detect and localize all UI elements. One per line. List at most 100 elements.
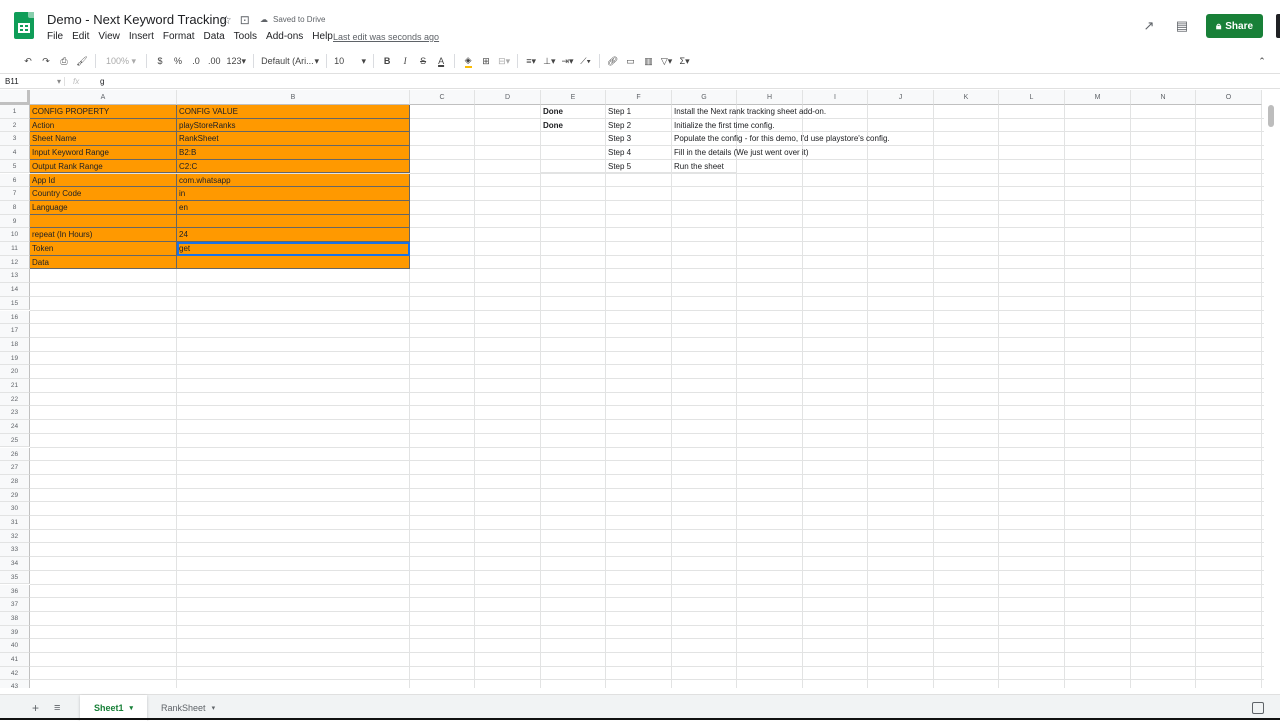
row-header-39[interactable]: 39 <box>0 626 30 640</box>
row-header-11[interactable]: 11 <box>0 242 30 256</box>
column-header-d[interactable]: D <box>475 90 541 105</box>
row-header-36[interactable]: 36 <box>0 585 30 599</box>
row-header-3[interactable]: 3 <box>0 132 30 146</box>
filter-icon[interactable]: ▽▾ <box>659 52 675 70</box>
currency-button[interactable]: $ <box>152 52 168 70</box>
text-wrap-icon[interactable]: ⇥▾ <box>560 52 576 70</box>
step-number-cell[interactable]: Step 2 <box>606 119 672 133</box>
font-select[interactable]: Default (Ari...▾ <box>259 52 321 70</box>
menu-item-insert[interactable]: Insert <box>129 31 154 42</box>
column-header-e[interactable]: E <box>541 90 606 105</box>
column-header-h[interactable]: H <box>737 90 803 105</box>
row-header-6[interactable]: 6 <box>0 174 30 188</box>
row-header-28[interactable]: 28 <box>0 475 30 489</box>
formula-input[interactable]: g <box>90 77 104 86</box>
insert-comment-icon[interactable]: ▭ <box>623 52 639 70</box>
config-property-cell[interactable]: Country Code <box>30 187 177 201</box>
config-property-cell[interactable]: App Id <box>30 174 177 188</box>
star-icon[interactable]: ☆ <box>221 13 232 27</box>
collapse-toolbar-icon[interactable]: ⌃ <box>1254 52 1270 70</box>
config-property-cell[interactable]: Sheet Name <box>30 132 177 146</box>
step-description-cell[interactable]: Run the sheet <box>672 160 737 174</box>
step-description-cell[interactable]: Populate the config - for this demo, I'd… <box>672 132 737 146</box>
save-status[interactable]: ☁ Saved to Drive <box>260 15 325 24</box>
row-header-33[interactable]: 33 <box>0 543 30 557</box>
paint-format-icon[interactable]: 🖌︎ <box>74 52 90 70</box>
column-header-a[interactable]: A <box>30 90 177 105</box>
activity-dashboard-icon[interactable]: ↗ <box>1140 17 1158 35</box>
row-header-38[interactable]: 38 <box>0 612 30 626</box>
row-header-22[interactable]: 22 <box>0 393 30 407</box>
row-header-1[interactable]: 1 <box>0 105 30 119</box>
share-button[interactable]: 🔒︎ Share <box>1206 14 1263 38</box>
row-header-27[interactable]: 27 <box>0 461 30 475</box>
row-header-43[interactable]: 43 <box>0 680 30 688</box>
row-header-14[interactable]: 14 <box>0 283 30 297</box>
step-description-cell[interactable]: Install the Next rank tracking sheet add… <box>672 105 737 119</box>
config-value-cell[interactable]: playStoreRanks <box>177 119 410 133</box>
row-header-15[interactable]: 15 <box>0 297 30 311</box>
column-header-c[interactable]: C <box>410 90 475 105</box>
config-property-cell[interactable]: Data <box>30 256 177 270</box>
horizontal-align-icon[interactable]: ≡▾ <box>523 52 539 70</box>
config-property-cell[interactable]: Language <box>30 201 177 215</box>
config-value-cell[interactable]: 24 <box>177 228 410 242</box>
row-header-31[interactable]: 31 <box>0 516 30 530</box>
row-header-25[interactable]: 25 <box>0 434 30 448</box>
column-header-l[interactable]: L <box>999 90 1065 105</box>
row-header-24[interactable]: 24 <box>0 420 30 434</box>
menu-item-add-ons[interactable]: Add-ons <box>266 31 303 42</box>
column-header-m[interactable]: M <box>1065 90 1131 105</box>
insert-link-icon[interactable]: 🔗︎ <box>605 52 621 70</box>
config-value-cell[interactable] <box>177 256 410 270</box>
row-header-34[interactable]: 34 <box>0 557 30 571</box>
print-icon[interactable]: ⎙ <box>56 52 72 70</box>
font-size-select[interactable]: 10▾ <box>332 52 368 70</box>
config-property-cell[interactable]: Action <box>30 119 177 133</box>
avatar[interactable] <box>1276 14 1280 38</box>
row-header-12[interactable]: 12 <box>0 256 30 270</box>
text-rotation-icon[interactable]: ⟋▾ <box>578 52 594 70</box>
vertical-scrollbar[interactable] <box>1268 105 1274 127</box>
menu-item-file[interactable]: File <box>47 31 63 42</box>
column-header-g[interactable]: G <box>672 90 737 105</box>
add-sheet-icon[interactable]: + <box>32 701 44 715</box>
decrease-decimal-button[interactable]: .0 <box>188 52 204 70</box>
row-header-21[interactable]: 21 <box>0 379 30 393</box>
row-header-37[interactable]: 37 <box>0 598 30 612</box>
step-number-cell[interactable]: Step 4 <box>606 146 672 160</box>
row-header-10[interactable]: 10 <box>0 228 30 242</box>
row-header-29[interactable]: 29 <box>0 489 30 503</box>
row-header-18[interactable]: 18 <box>0 338 30 352</box>
name-box[interactable]: B11▾ <box>0 77 64 86</box>
document-title[interactable]: Demo - Next Keyword Tracking <box>47 12 227 27</box>
menu-item-edit[interactable]: Edit <box>72 31 89 42</box>
explore-icon[interactable] <box>1252 702 1264 714</box>
config-property-cell[interactable] <box>30 215 177 229</box>
step-status-cell[interactable] <box>541 146 606 160</box>
column-header-f[interactable]: F <box>606 90 672 105</box>
config-value-cell[interactable]: get <box>177 242 410 256</box>
column-header-k[interactable]: K <box>934 90 999 105</box>
row-header-40[interactable]: 40 <box>0 639 30 653</box>
row-header-16[interactable]: 16 <box>0 311 30 325</box>
text-color-button[interactable]: A <box>433 52 449 70</box>
menu-item-view[interactable]: View <box>98 31 120 42</box>
strikethrough-button[interactable]: S <box>415 52 431 70</box>
step-status-cell[interactable]: Done <box>541 105 606 119</box>
last-edit-link[interactable]: Last edit was seconds ago <box>333 32 439 42</box>
comments-icon[interactable]: ▤ <box>1173 17 1191 35</box>
merge-cells-icon[interactable]: ⊟▾ <box>496 52 512 70</box>
config-value-cell[interactable]: com.whatsapp <box>177 174 410 188</box>
row-header-5[interactable]: 5 <box>0 160 30 174</box>
all-sheets-icon[interactable]: ≡ <box>54 702 68 714</box>
column-header-n[interactable]: N <box>1131 90 1196 105</box>
config-value-cell[interactable]: C2:C <box>177 160 410 174</box>
row-header-9[interactable]: 9 <box>0 215 30 229</box>
undo-icon[interactable]: ↶ <box>20 52 36 70</box>
config-value-cell[interactable]: B2:B <box>177 146 410 160</box>
step-number-cell[interactable]: Step 1 <box>606 105 672 119</box>
step-status-cell[interactable] <box>541 132 606 146</box>
menu-item-format[interactable]: Format <box>163 31 195 42</box>
row-header-30[interactable]: 30 <box>0 502 30 516</box>
